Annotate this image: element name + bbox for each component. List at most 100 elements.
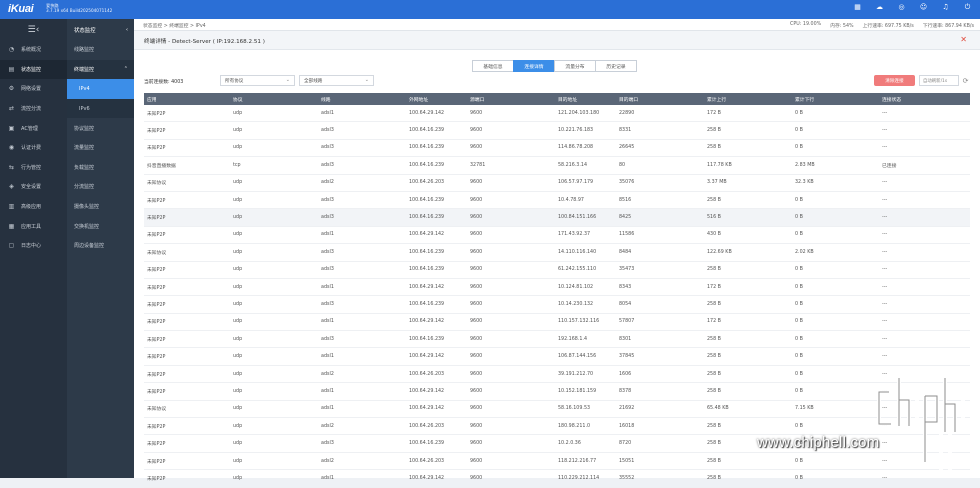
user-icon[interactable]: ☺ xyxy=(919,3,928,12)
table-cell: 8720 xyxy=(619,441,632,447)
chevron-down-icon: ⌄ xyxy=(364,77,369,83)
sidebar-item-5[interactable]: ◉ 认证计费 xyxy=(0,138,67,158)
table-row[interactable]: 未知P2P udp adsl3 100.64.16.239 9600 10.2.0.36 8… xyxy=(144,435,970,453)
table-row[interactable]: 未知协议 udp adsl2 100.64.26.203 9600 106.57.97.1… xyxy=(144,175,970,192)
column-header[interactable]: 累计上行 xyxy=(707,93,795,105)
sidebar-item-3[interactable]: ⇄ 流控分流 xyxy=(0,99,67,119)
grid-icon[interactable]: ▦ xyxy=(853,3,862,12)
table-row[interactable]: 未知P2P udp adsl2 100.64.26.203 9600 39.191.212… xyxy=(144,366,970,384)
table-row[interactable]: 未知P2P udp adsl1 100.64.29.142 9600 121.204.10… xyxy=(144,105,970,123)
table-cell: 258 B xyxy=(707,354,721,360)
table-row[interactable]: 未知P2P udp adsl2 100.64.26.203 9600 180.98.211… xyxy=(144,418,970,436)
column-header[interactable]: 连接状态 xyxy=(882,93,970,105)
table-cell: 2.83 MB xyxy=(795,162,815,168)
column-header[interactable]: 累计下行 xyxy=(795,93,883,105)
table-cell: adsl2 xyxy=(321,180,334,186)
sidebar-item-0[interactable]: ◔ 系统概况 xyxy=(0,40,67,60)
table-cell: 258 B xyxy=(707,301,721,307)
table-cell: 未知P2P xyxy=(147,389,166,395)
table-row[interactable]: 未知协议 udp adsl1 100.64.29.142 9600 58.16.109.5… xyxy=(144,401,970,419)
table-row[interactable]: 未知P2P udp adsl1 100.64.29.142 9600 171.43.92.… xyxy=(144,227,970,245)
subnav-item-6[interactable]: 负载监控 xyxy=(67,158,134,178)
sidebar-item-2[interactable]: ⚙ 网络设置 xyxy=(0,79,67,99)
ikuai-logo[interactable]: iKuai xyxy=(8,3,34,15)
table-cell: 100.64.29.142 xyxy=(409,354,445,360)
sidebar-item-1[interactable]: ▤ 状态监控 xyxy=(0,59,67,80)
subnav-item-7[interactable]: 分流监控 xyxy=(67,177,134,197)
tab-2[interactable]: 流量分布 xyxy=(554,60,596,72)
sidebar-item-7[interactable]: ◈ 安全设置 xyxy=(0,177,67,197)
sidebar-item-10[interactable]: ▢ 日志中心 xyxy=(0,236,67,256)
table-row[interactable]: 未知P2P udp adsl1 100.64.29.142 9600 10.152.181… xyxy=(144,383,970,401)
subnav-item-1[interactable]: 终端监控 ⌃ xyxy=(67,59,134,80)
table-cell: 9600 xyxy=(470,336,483,342)
table-cell: 100.64.16.239 xyxy=(409,336,445,342)
sidebar-item-9[interactable]: ▦ 应用工具 xyxy=(0,216,67,236)
table-cell: adsl3 xyxy=(321,267,334,273)
table-row[interactable]: 未知P2P udp adsl2 100.64.26.203 9600 118.212.21… xyxy=(144,453,970,471)
subnav-item-5[interactable]: 流量监控 xyxy=(67,138,134,158)
subnav-item-4[interactable]: 协议监控 xyxy=(67,118,134,138)
line-select[interactable]: 全部线路 ⌄ xyxy=(299,75,374,86)
table-cell: 8054 xyxy=(619,301,632,307)
sidebar-item-4[interactable]: ▣ AC管理 xyxy=(0,118,67,138)
table-cell: 已连接 xyxy=(882,163,897,169)
collapse-icon[interactable]: ‹ xyxy=(126,27,128,33)
table-cell: adsl3 xyxy=(321,249,334,255)
protocol-select[interactable]: 所有协议 ⌄ xyxy=(220,75,295,86)
refresh-icon[interactable]: ⟳ xyxy=(961,75,970,86)
table-cell: 未知协议 xyxy=(147,181,167,187)
column-header[interactable]: 目的地址 xyxy=(558,93,619,105)
clear-connections-button[interactable]: 清除连接 xyxy=(874,75,915,86)
column-header[interactable]: 源端口 xyxy=(470,93,558,105)
cloud-icon[interactable]: ☁ xyxy=(875,3,884,12)
subnav-item-label: 终端监控 xyxy=(74,66,95,73)
sidebar-item-6[interactable]: ⇆ 行为管控 xyxy=(0,158,67,178)
table-header: 应用 协议 线路 外网地址 源端口 目的地址 目的端口 累计上行 累计下行 连接状态 xyxy=(144,93,970,105)
table-cell: 172 B xyxy=(707,319,721,325)
table-cell: udp xyxy=(233,406,243,412)
table-row[interactable]: 未知P2P udp adsl3 100.64.16.239 9600 61.242.155… xyxy=(144,262,970,279)
table-row[interactable]: 未知P2P udp adsl1 100.64.29.142 9600 106.87.144… xyxy=(144,348,970,366)
subnav-item-2[interactable]: IPv4 xyxy=(67,79,134,99)
column-header[interactable]: 目的端口 xyxy=(619,93,707,105)
table-row[interactable]: 未知P2P udp adsl3 100.64.16.239 9600 192.168.1.… xyxy=(144,331,970,349)
table-row[interactable]: 未知P2P udp adsl1 100.64.29.142 9600 110.229.21… xyxy=(144,470,970,488)
table-cell: adsl3 xyxy=(321,128,334,134)
subnav-item-label: 线路监控 xyxy=(74,47,95,54)
close-icon[interactable]: ✕ xyxy=(960,35,967,44)
table-cell: --- xyxy=(882,145,888,151)
column-header[interactable]: 应用 xyxy=(147,93,233,105)
table-cell: 15051 xyxy=(619,458,635,464)
breadcrumb[interactable]: 状态监控 > 终端监控 > IPv4 xyxy=(143,22,206,29)
table-row[interactable]: 未知P2P udp adsl3 100.64.16.239 9600 114.86.78.… xyxy=(144,140,970,158)
table-row[interactable]: 未知P2P udp adsl3 100.64.16.239 9600 10.221.76.… xyxy=(144,122,970,140)
table-row[interactable]: 未知P2P udp adsl3 100.64.16.239 9600 10.14.230.… xyxy=(144,296,970,314)
tab-3[interactable]: 历史记录 xyxy=(595,60,637,72)
sidebar-item-8[interactable]: ▥ 高级应用 xyxy=(0,197,67,217)
table-cell: --- xyxy=(882,232,888,238)
column-header[interactable]: 线路 xyxy=(321,93,409,105)
bell-icon[interactable]: ♫ xyxy=(941,3,950,12)
ac-icon: ▣ xyxy=(8,124,15,132)
subnav-item-10[interactable]: 周边设备监控 xyxy=(67,236,134,256)
auto-refresh-select[interactable]: 自动刷新/1s xyxy=(919,75,959,86)
subnav-item-9[interactable]: 交换机监控 xyxy=(67,216,134,236)
globe-icon[interactable]: ◎ xyxy=(897,3,906,12)
table-row[interactable]: 未知P2P udp adsl1 100.64.29.142 9600 110.157.13… xyxy=(144,314,970,332)
subnav-item-8[interactable]: 摄像头监控 xyxy=(67,197,134,217)
subnav-item-3[interactable]: IPv6 xyxy=(67,98,134,119)
sidebar-toggle-icon[interactable]: ☰‹ xyxy=(0,19,67,40)
column-header[interactable]: 外网地址 xyxy=(409,93,471,105)
table-row[interactable]: 抖音直播数据 tcp adsl3 100.64.16.239 32781 58.216.3… xyxy=(144,157,970,175)
column-header[interactable]: 协议 xyxy=(233,93,321,105)
table-row[interactable]: 未知P2P udp adsl3 100.64.16.239 9600 10.4.78.97… xyxy=(144,192,970,210)
table-row[interactable]: 未知协议 udp adsl3 100.64.16.239 9600 14.110.116.… xyxy=(144,244,970,262)
power-icon[interactable]: ⏻ xyxy=(963,3,972,12)
subnav-item-0[interactable]: 线路监控 xyxy=(67,40,134,60)
table-row[interactable]: 未知P2P udp adsl3 100.64.16.239 9600 100.84.151… xyxy=(144,209,970,227)
tab-1[interactable]: 连接详情 xyxy=(513,60,555,72)
table-cell: 未知P2P xyxy=(147,111,166,117)
tab-0[interactable]: 基础信息 xyxy=(472,60,514,72)
table-row[interactable]: 未知P2P udp adsl1 100.64.29.142 9600 10.124.81.… xyxy=(144,279,970,297)
